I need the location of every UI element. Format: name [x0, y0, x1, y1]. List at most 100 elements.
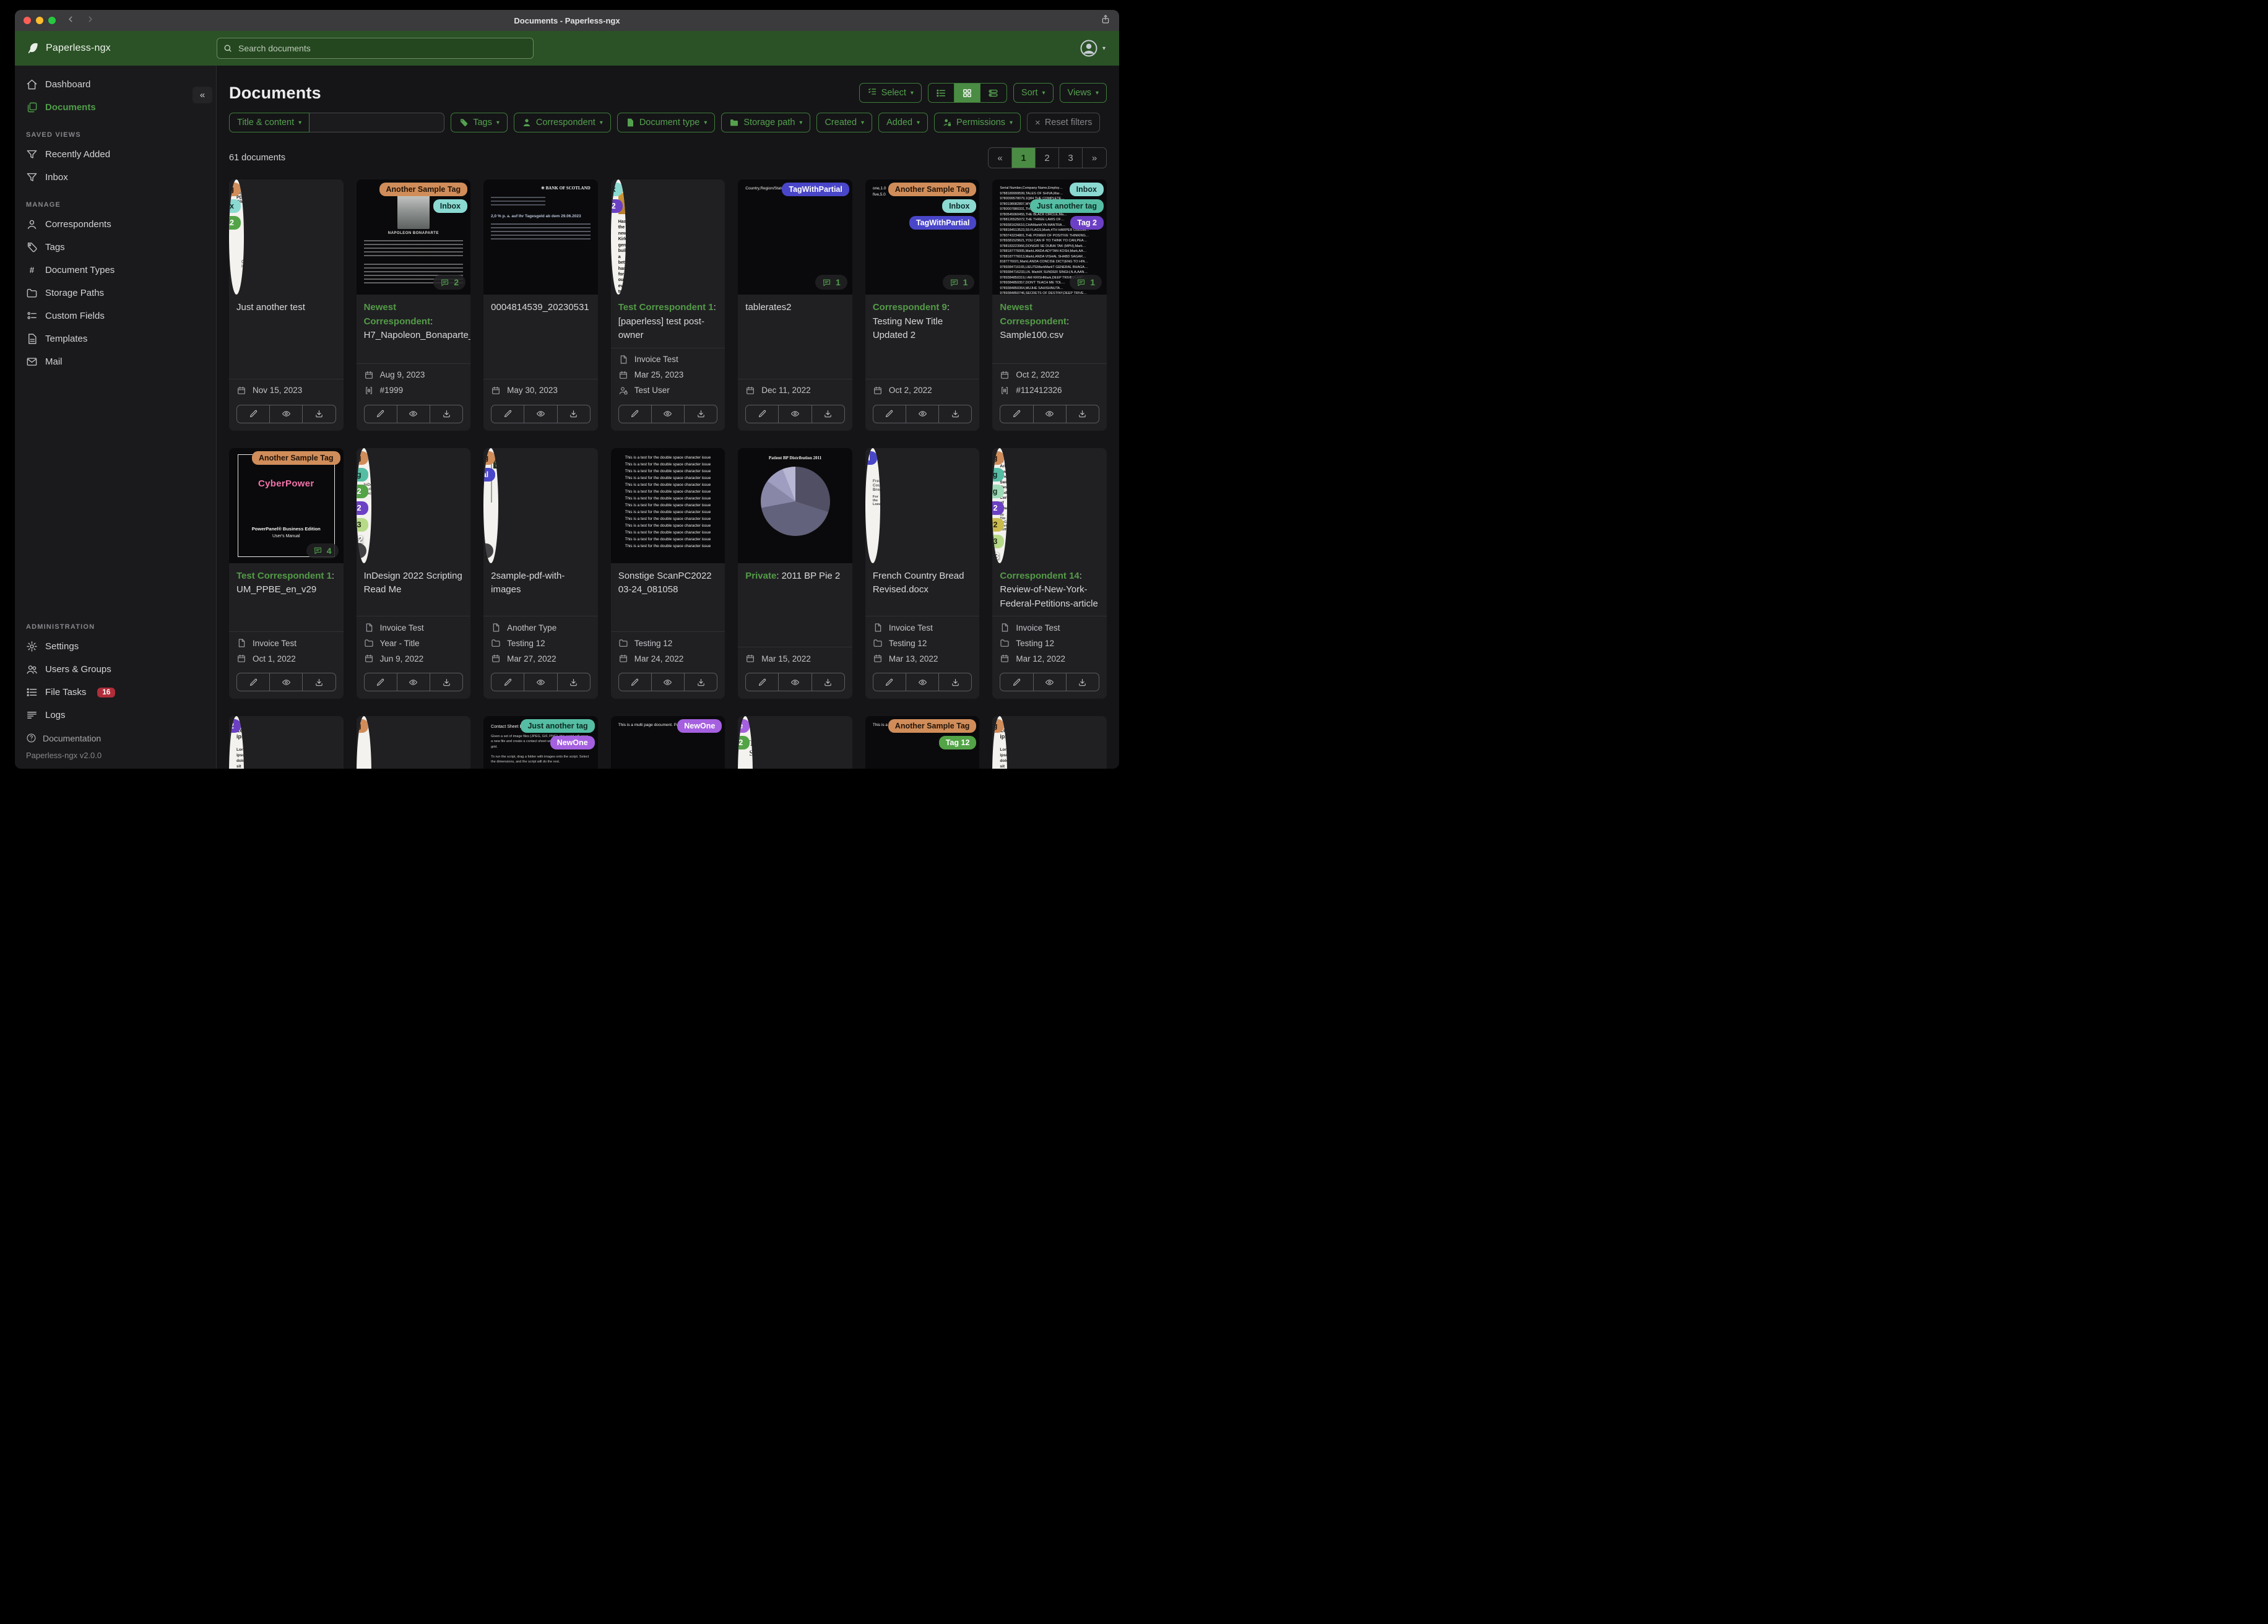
download-button[interactable]: [1067, 405, 1099, 423]
tag-pill[interactable]: Another Sample Tag: [356, 451, 368, 465]
preview-button[interactable]: [652, 405, 685, 423]
sidebar-item-documents[interactable]: Documents: [15, 96, 216, 119]
document-thumbnail[interactable]: Lorem ipsumLorem ipsum dolor sit amet, c…: [992, 716, 1008, 769]
edit-button[interactable]: [873, 673, 907, 691]
tag-pill[interactable]: Tag 2: [356, 501, 368, 515]
document-card[interactable]: Test NameAnother Sample Tag: [356, 716, 471, 769]
edit-button[interactable]: [619, 405, 652, 423]
document-title[interactable]: Newest Correspondent: H7_Napoleon_Bonapa…: [357, 295, 471, 363]
tag-pill[interactable]: Another Sample Tag: [251, 451, 340, 465]
added-filter-button[interactable]: Added ▾: [878, 113, 928, 132]
preview-button[interactable]: [524, 405, 558, 423]
tag-pill[interactable]: Tag 2: [1070, 216, 1104, 230]
document-thumbnail[interactable]: Adobe Acrobat PDF FilesCupcake ipsumAnot…: [229, 179, 244, 295]
tag-pill[interactable]: TagWithPartial: [865, 451, 877, 465]
preview-button[interactable]: [270, 405, 303, 423]
edit-button[interactable]: [365, 673, 397, 691]
tag-pill[interactable]: Inbox: [1069, 183, 1104, 196]
detail-view-button[interactable]: [980, 84, 1006, 102]
download-button[interactable]: [558, 405, 590, 423]
sidebar-item-correspondents[interactable]: Correspondents: [15, 213, 216, 236]
preview-button[interactable]: [1034, 405, 1067, 423]
storage-path-filter-button[interactable]: Storage path ▾: [721, 113, 811, 132]
edit-button[interactable]: [237, 405, 271, 423]
edit-button[interactable]: [619, 673, 652, 691]
search-input[interactable]: [217, 38, 534, 59]
tag-pill[interactable]: TagWithPartial: [782, 183, 849, 196]
grid-view-button[interactable]: [954, 84, 980, 102]
document-card[interactable]: one,1.0 five,5.0 Another Sample Tag Inbox Ta…: [865, 179, 980, 431]
tag-pill[interactable]: NewOne: [550, 736, 595, 749]
sidebar-item-recently-added[interactable]: Recently Added: [15, 143, 216, 166]
tag-pill[interactable]: Another Sample Tag: [379, 183, 468, 196]
minimize-window-button[interactable]: [36, 17, 43, 24]
download-button[interactable]: [430, 673, 462, 691]
preview-button[interactable]: [1034, 673, 1067, 691]
preview-button[interactable]: [524, 673, 558, 691]
permissions-filter-button[interactable]: Permissions ▾: [934, 113, 1021, 132]
document-thumbnail[interactable]: Patient BP Distribution 2011: [738, 447, 852, 563]
document-card[interactable]: Lorem ipsumLorem ipsum dolor sit amet, c…: [992, 716, 1107, 769]
close-window-button[interactable]: [24, 17, 31, 24]
document-card[interactable]: This is a test… Another Sample Tag Tag 12: [865, 716, 980, 769]
edit-button[interactable]: [746, 405, 779, 423]
pagination-page-3[interactable]: 3: [1059, 148, 1083, 168]
sidebar-item-inbox[interactable]: Inbox: [15, 166, 216, 189]
sidebar-item-custom-fields[interactable]: Custom Fields: [15, 304, 216, 327]
document-thumbnail[interactable]: ✳ BANK OF SCOTLAND 2,0 % p. a. auf Ihr Ta…: [483, 179, 598, 295]
download-button[interactable]: [939, 673, 971, 691]
document-card[interactable]: CyberPower PowerPanel® Business Edition Us…: [229, 447, 344, 699]
created-filter-button[interactable]: Created ▾: [816, 113, 873, 132]
reset-filters-button[interactable]: × Reset filters: [1027, 113, 1101, 132]
tag-pill[interactable]: Tag 12: [229, 216, 241, 230]
document-thumbnail[interactable]: NAPOLEON BONAPARTE Another Sample Tag Inbo…: [356, 179, 471, 295]
edit-button[interactable]: [873, 405, 907, 423]
document-thumbnail[interactable]: The SATPractice Test #1Make time to take…: [738, 716, 753, 769]
sidebar-item-templates[interactable]: Templates: [15, 327, 216, 350]
title-content-dropdown[interactable]: Title & content ▾: [229, 113, 310, 132]
edit-button[interactable]: [237, 673, 271, 691]
download-button[interactable]: [1067, 673, 1099, 691]
document-title[interactable]: Correspondent 14: Review-of-New-York-Fed…: [992, 563, 1107, 616]
document-title[interactable]: Sonstige ScanPC2022 03-24_081058: [611, 563, 725, 632]
document-card[interactable]: NAPOLEON BONAPARTE Another Sample Tag Inbo…: [356, 179, 471, 431]
tag-pill[interactable]: Inbox: [433, 199, 468, 213]
download-button[interactable]: [812, 673, 844, 691]
document-card[interactable]: This is a test for the double space char…: [610, 447, 725, 699]
tag-pill[interactable]: Tag 222: [992, 517, 1005, 532]
preview-button[interactable]: [906, 673, 940, 691]
document-card[interactable]: AdobeInDesign Scripting DocumentationAno…: [356, 447, 471, 699]
correspondent-filter-button[interactable]: Correspondent ▾: [513, 113, 611, 132]
document-card[interactable]: This is a multi page document. Page 1. Ne…: [610, 716, 725, 769]
document-type-filter-button[interactable]: Document type ▾: [617, 113, 716, 132]
document-card[interactable]: Adobe Acrobat PDF FilesCupcake ipsumAnot…: [229, 179, 344, 431]
tag-pill[interactable]: Inbox: [610, 183, 623, 196]
tag-pill[interactable]: Tag 2: [610, 199, 623, 213]
tag-pill[interactable]: Another Sample Tag: [483, 451, 496, 465]
sidebar-item-document-types[interactable]: # Document Types: [15, 259, 216, 282]
tag-pill[interactable]: Tag 3: [356, 517, 368, 532]
document-thumbnail[interactable]: French Country BreadFor the LeavenTagWit…: [865, 447, 880, 563]
download-button[interactable]: [812, 405, 844, 423]
share-icon[interactable]: [1101, 14, 1110, 27]
preview-button[interactable]: [779, 405, 812, 423]
tag-pill[interactable]: Inbox: [942, 199, 977, 213]
tag-pill[interactable]: TagWithPartial: [483, 467, 496, 482]
document-card[interactable]: French Country BreadFor the LeavenTagWit…: [865, 447, 980, 699]
document-title[interactable]: tablerates2: [738, 295, 852, 379]
tag-pill[interactable]: Another Sample Tag: [888, 183, 977, 196]
edit-button[interactable]: [1000, 405, 1034, 423]
tag-pill[interactable]: Partial Tag: [992, 484, 1005, 498]
tag-pill[interactable]: Tag 2: [229, 719, 241, 733]
tag-pill[interactable]: Just another tag: [992, 467, 1005, 482]
document-card[interactable]: Patient BP Distribution 2011 Private: 201…: [738, 447, 852, 699]
document-title[interactable]: 2sample-pdf-with-images: [483, 563, 598, 616]
preview-button[interactable]: [270, 673, 303, 691]
download-button[interactable]: [303, 405, 335, 423]
user-menu[interactable]: ▾: [1080, 39, 1106, 58]
list-view-button[interactable]: [928, 84, 954, 102]
tag-pill[interactable]: NewOne: [677, 719, 722, 733]
sidebar-item-storage-paths[interactable]: Storage Paths: [15, 282, 216, 304]
tag-pill[interactable]: Just another tag: [1029, 199, 1104, 213]
document-thumbnail[interactable]: Contact Sheet Demo Given a set of image f…: [483, 716, 598, 769]
